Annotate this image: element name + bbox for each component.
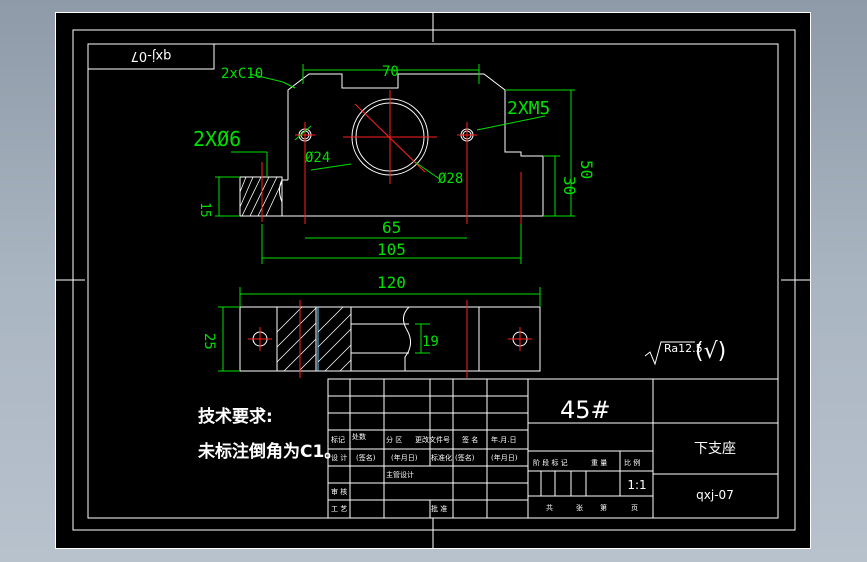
tb-fenqu: 分 区 (386, 435, 402, 444)
tb-gongyi: 工 艺 (331, 505, 347, 513)
material-text: 45# (560, 396, 611, 424)
tb-gengai: 更改文件号 (415, 435, 450, 444)
tb-jieduan: 阶 段 标 记 (533, 458, 568, 467)
tb-nianyueri2: (年月日) (391, 453, 418, 462)
dim-15: 15 (197, 202, 212, 218)
tech-line1: 未标注倒角为C1。 (197, 441, 341, 462)
top-view (239, 300, 541, 378)
tb-zhongliang: 重 量 (591, 459, 607, 467)
tb-qianming: 签 名 (462, 435, 478, 444)
dim-65: 65 (382, 218, 401, 237)
dim-2xm5: 2XM5 (507, 98, 550, 119)
dim-phi28: Ø28 (438, 171, 463, 187)
tb-nianyueri: 年.月.日 (491, 435, 516, 444)
dim-30: 30 (560, 176, 579, 195)
code-rotated-text: qxj-07 (131, 48, 172, 63)
tb-qianming2: (签名) (356, 453, 376, 462)
roughness-check: (√) (695, 339, 726, 364)
part-name: 下支座 (694, 441, 736, 457)
top-dims (218, 287, 541, 372)
tb-nianyueri3: (年月日) (491, 453, 518, 462)
tb-chushu: 处数 (352, 432, 366, 441)
drawing-code: qxj-07 (696, 488, 734, 502)
tb-biaozhunhua: 标准化 (431, 453, 452, 462)
dim-phi24: Ø24 (305, 150, 330, 166)
scale-value: 1:1 (627, 478, 646, 492)
front-view (239, 73, 544, 224)
tb-qianming3: (签名) (455, 453, 475, 462)
tb-shenhe: 审 核 (331, 487, 347, 496)
tb-pizhun: 批 准 (431, 504, 447, 513)
tb-sheji: 设 计 (331, 453, 347, 462)
dim-chamfer: 2xC10 (221, 66, 263, 82)
dim-25: 25 (201, 333, 217, 350)
dim-70: 70 (382, 64, 399, 80)
dim-19: 19 (422, 334, 439, 350)
outer-border (55, 12, 811, 549)
tb-biaoji: 标记 (331, 435, 345, 444)
drawing-frame (87, 43, 779, 519)
drawing-canvas: qxj-07 70 2xC10 2XM5 2XØ6 Ø24 Ø28 50 30 … (55, 12, 811, 549)
tb-di: 第 (600, 503, 607, 512)
tb-zhuguan: 主管设计 (386, 470, 414, 479)
tb-bili: 比 例 (624, 458, 640, 467)
tech-title: 技术要求: (198, 406, 273, 427)
tb-ye: 页 (631, 504, 638, 512)
dim-120: 120 (377, 273, 406, 292)
tb-gong: 共 (546, 503, 553, 512)
drawing-svg: qxj-07 70 2xC10 2XM5 2XØ6 Ø24 Ø28 50 30 … (55, 12, 811, 549)
dim-105: 105 (377, 240, 406, 259)
tb-zhang: 张 (576, 503, 583, 512)
dim-2xphi6: 2XØ6 (193, 127, 241, 151)
